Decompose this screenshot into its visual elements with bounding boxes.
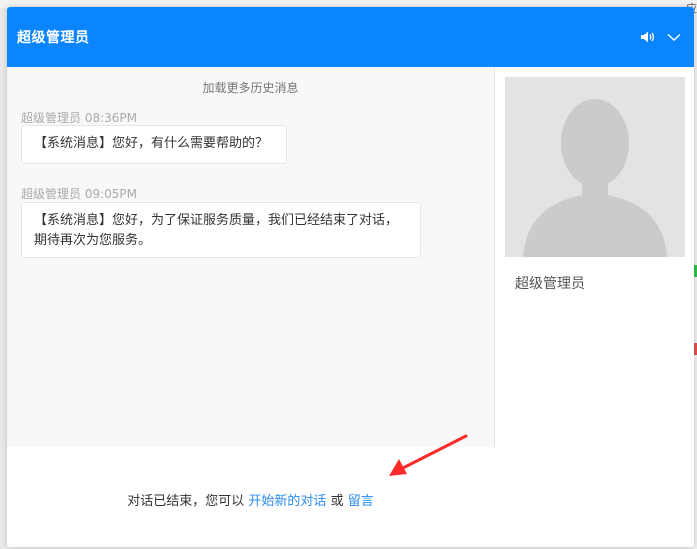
message-sender: 超级管理员 <box>21 111 82 125</box>
chat-title: 超级管理员 <box>17 30 90 46</box>
footer-or: 或 <box>330 494 344 509</box>
message-sender: 超级管理员 <box>21 187 82 201</box>
leave-message-link[interactable]: 留言 <box>348 494 374 509</box>
conversation-ended-notice: 对话已结束，您可以 开始新的对话 或 留言 <box>7 490 494 509</box>
agent-panel: 超级管理员 <box>505 77 685 293</box>
message-bubble: 【系统消息】您好，为了保证服务质量，我们已经结束了对话，期待再次为您服务。 <box>21 202 421 258</box>
message-panel: 加载更多历史消息 超级管理员 08:36PM 【系统消息】您好，有什么需要帮助的… <box>7 67 495 448</box>
chat-body: 加载更多历史消息 超级管理员 08:36PM 【系统消息】您好，有什么需要帮助的… <box>7 67 694 547</box>
start-new-chat-link[interactable]: 开始新的对话 <box>248 494 326 509</box>
message-meta: 超级管理员 08:36PM <box>21 109 137 126</box>
chat-widget: 超级管理员 加载更多历史消息 超级管理员 08:36PM 【系统消息】您好，有什… <box>7 7 694 547</box>
chat-header: 超级管理员 <box>7 7 694 67</box>
annotation-arrow <box>389 434 468 476</box>
message-time: 09:05PM <box>84 187 138 201</box>
footer-prefix: 对话已结束，您可以 <box>127 494 245 509</box>
load-more-history-link[interactable]: 加载更多历史消息 <box>7 79 494 96</box>
message-time: 08:36PM <box>84 111 138 125</box>
chevron-down-icon[interactable] <box>664 27 684 47</box>
message-meta: 超级管理员 09:05PM <box>21 185 137 202</box>
message-bubble: 【系统消息】您好，有什么需要帮助的？ <box>21 125 287 164</box>
agent-name: 超级管理员 <box>515 276 585 292</box>
speaker-icon[interactable] <box>638 27 658 47</box>
agent-avatar <box>505 77 685 257</box>
person-silhouette-icon <box>505 77 685 257</box>
